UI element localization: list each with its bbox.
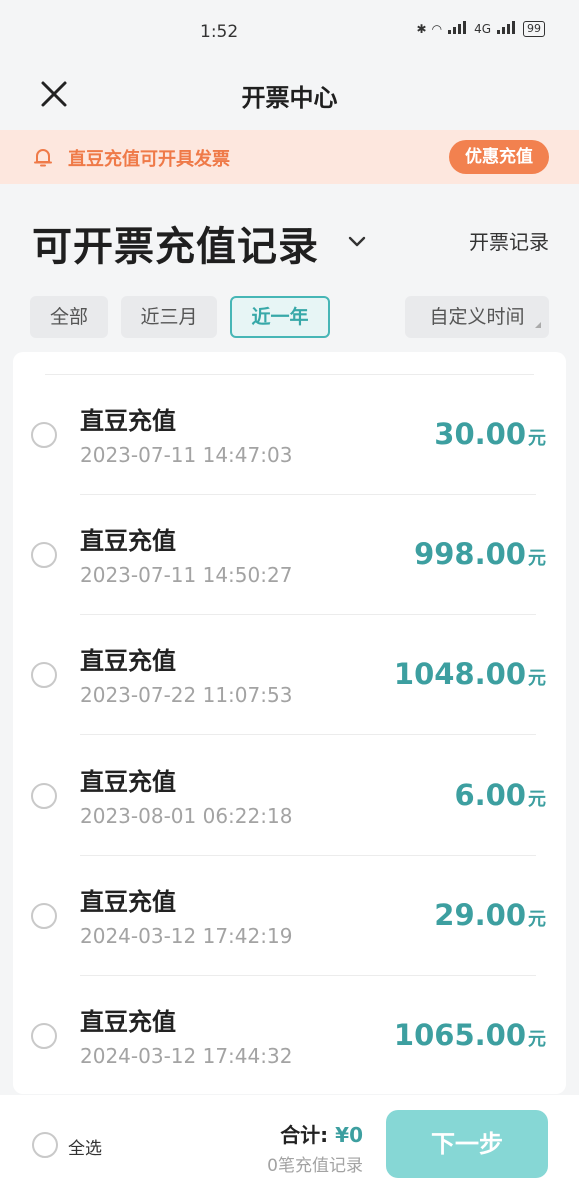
record-amount: 1048.00 元 <box>394 657 546 691</box>
bluetooth-icon: ✱ <box>416 21 427 36</box>
record-amount: 1065.00 元 <box>394 1018 546 1052</box>
record-name: 直豆充值 <box>80 1008 176 1036</box>
filter-chip-3-months[interactable]: 近三月 <box>121 296 217 338</box>
record-date: 2024-03-12 17:44:32 <box>80 1044 293 1068</box>
amount-value: 29.00 <box>434 898 526 932</box>
radio-unchecked-icon[interactable] <box>31 903 57 929</box>
amount-unit: 元 <box>528 789 546 810</box>
radio-unchecked-icon[interactable] <box>31 422 57 448</box>
list-item[interactable]: 直豆充值 2023-07-22 11:07:53 1048.00 元 <box>13 615 566 735</box>
list-item[interactable]: 直豆充值 2023-07-11 14:50:27 998.00 元 <box>13 495 566 615</box>
amount-value: 1048.00 <box>393 657 526 691</box>
filter-chip-custom-time[interactable]: 自定义时间 <box>405 296 549 338</box>
radio-unchecked-icon[interactable] <box>31 542 57 568</box>
record-amount: 29.00 元 <box>434 898 546 932</box>
notice-text: 直豆充值可开具发票 <box>68 149 230 170</box>
radio-unchecked-icon[interactable] <box>31 783 57 809</box>
record-date: 2024-03-12 17:42:19 <box>80 924 293 948</box>
record-name: 直豆充值 <box>80 768 176 796</box>
record-amount: 6.00 元 <box>454 778 546 812</box>
record-amount: 998.00 元 <box>414 537 546 571</box>
record-date: 2023-08-01 06:22:18 <box>80 804 293 828</box>
select-all-checkbox[interactable] <box>32 1132 58 1158</box>
record-name: 直豆充值 <box>80 888 176 916</box>
amount-value: 30.00 <box>434 417 526 451</box>
navbar: 开票中心 <box>0 62 579 128</box>
custom-time-label: 自定义时间 <box>429 306 525 328</box>
record-amount: 30.00 元 <box>434 417 546 451</box>
promo-recharge-button[interactable]: 优惠充值 <box>449 140 549 174</box>
page-title: 开票中心 <box>241 84 338 112</box>
radio-unchecked-icon[interactable] <box>31 662 57 688</box>
amount-unit: 元 <box>528 668 546 689</box>
invoice-records-link[interactable]: 开票记录 <box>469 226 549 255</box>
time-filter-chips: 全部 近三月 近一年 自定义时间 <box>30 296 550 340</box>
network-label: 4G <box>474 21 491 36</box>
filter-chip-all[interactable]: 全部 <box>30 296 108 338</box>
bell-icon <box>32 146 54 168</box>
total-amount: 合计: ¥0 <box>280 1119 363 1148</box>
records-title[interactable]: 可开票充值记录 <box>32 214 319 272</box>
bottom-action-bar: 全选 合计: ¥0 0笔充值记录 下一步 <box>0 1095 579 1195</box>
record-date: 2023-07-22 11:07:53 <box>80 683 293 707</box>
next-step-button[interactable]: 下一步 <box>386 1110 548 1178</box>
radio-unchecked-icon[interactable] <box>31 1023 57 1049</box>
amount-unit: 元 <box>528 909 546 930</box>
corner-triangle-icon <box>535 322 541 328</box>
select-all-label[interactable]: 全选 <box>68 1134 102 1159</box>
list-item[interactable]: 直豆充值 2023-07-11 14:47:03 30.00 元 <box>13 375 566 495</box>
list-item[interactable]: 直豆充值 2024-03-12 17:42:19 29.00 元 <box>13 856 566 976</box>
status-icons: ✱ ◠ 4G 99 <box>417 20 545 37</box>
amount-value: 6.00 <box>454 778 526 812</box>
wifi-icon: ◠ <box>431 21 443 36</box>
record-date: 2023-07-11 14:47:03 <box>80 443 293 467</box>
battery-icon: 99 <box>523 20 545 37</box>
record-name: 直豆充值 <box>80 407 176 435</box>
row-divider <box>80 734 536 735</box>
signal-icon <box>447 20 469 37</box>
selected-count: 0笔充值记录 <box>267 1156 363 1176</box>
list-item[interactable]: 直豆充值 2024-03-12 17:44:32 1065.00 元 <box>13 976 566 1094</box>
record-date: 2023-07-11 14:50:27 <box>80 563 293 587</box>
amount-unit: 元 <box>528 1029 546 1050</box>
records-header: 可开票充值记录 开票记录 全部 近三月 近一年 自定义时间 <box>0 184 579 352</box>
notice-banner: 直豆充值可开具发票 优惠充值 <box>0 130 579 184</box>
amount-value: 1065.00 <box>393 1018 526 1052</box>
chevron-down-icon[interactable] <box>346 230 368 252</box>
amount-value: 998.00 <box>414 537 526 571</box>
list-item[interactable]: 直豆充值 2023-08-01 06:22:18 6.00 元 <box>13 736 566 856</box>
total-value: ¥0 <box>335 1123 363 1147</box>
record-name: 直豆充值 <box>80 527 176 555</box>
signal-icon-2 <box>496 20 518 37</box>
amount-unit: 元 <box>528 548 546 569</box>
record-name: 直豆充值 <box>80 647 176 675</box>
total-label: 合计: <box>280 1123 329 1147</box>
recharge-record-list: 直豆充值 2023-07-11 14:47:03 30.00 元 直豆充值 202… <box>13 352 566 1094</box>
amount-unit: 元 <box>528 428 546 449</box>
invoice-center-page: 1:52 ✱ ◠ 4G 99 开票中心 直豆充值可开具发票 优惠充值 可开票充值… <box>0 0 579 1195</box>
filter-chip-1-year[interactable]: 近一年 <box>230 296 330 338</box>
status-bar: 1:52 ✱ ◠ 4G 99 <box>0 0 579 62</box>
status-time: 1:52 <box>200 22 239 42</box>
